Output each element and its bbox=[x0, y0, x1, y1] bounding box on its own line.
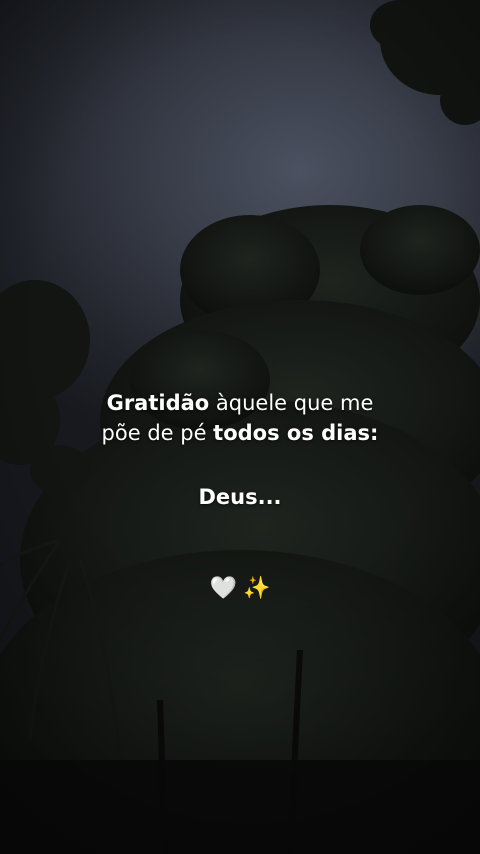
sparkles-icon: ✨ bbox=[243, 576, 271, 601]
caption-gratidao: Gratidão bbox=[106, 391, 210, 415]
ground-shadow bbox=[0, 760, 480, 854]
night-sky-background: Gratidão àquele que me põe de pé todos o… bbox=[0, 0, 480, 854]
white-heart-icon: 🤍 bbox=[209, 576, 237, 601]
caption-line2-start: põe de pé bbox=[101, 421, 214, 445]
caption-line-1: Gratidão àquele que me bbox=[0, 388, 480, 418]
caption-todos-os-dias: todos os dias: bbox=[213, 421, 379, 445]
caption-line1-rest: àquele que me bbox=[209, 391, 374, 415]
top-right-foliage bbox=[370, 0, 480, 125]
gratitude-caption: Gratidão àquele que me põe de pé todos o… bbox=[0, 388, 480, 448]
emoji-row: 🤍 ✨ bbox=[0, 572, 480, 606]
caption-line-2: põe de pé todos os dias: bbox=[0, 418, 480, 448]
signature-deus: Deus... bbox=[198, 485, 282, 509]
